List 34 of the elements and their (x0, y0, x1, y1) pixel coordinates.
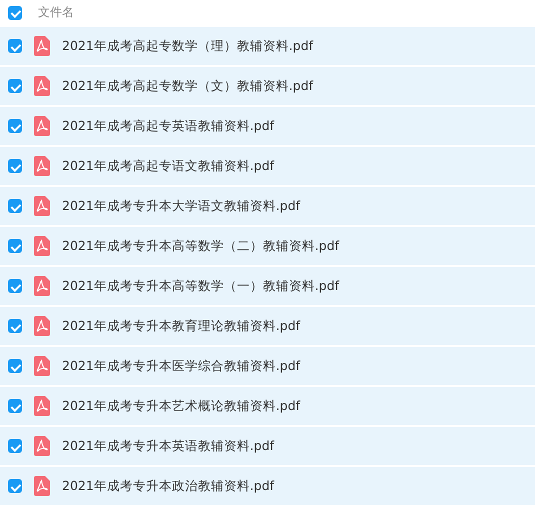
pdf-file-icon (34, 76, 50, 96)
file-checkbox[interactable] (8, 239, 22, 253)
select-all-checkbox[interactable] (8, 6, 22, 20)
pdf-file-icon (34, 436, 50, 456)
file-checkbox[interactable] (8, 479, 22, 493)
file-checkbox[interactable] (8, 439, 22, 453)
pdf-file-icon (34, 196, 50, 216)
file-checkbox[interactable] (8, 79, 22, 93)
file-name[interactable]: 2021年成考专升本英语教辅资料.pdf (62, 438, 274, 454)
file-checkbox[interactable] (8, 39, 22, 53)
pdf-file-icon (34, 236, 50, 256)
pdf-file-icon (34, 396, 50, 416)
pdf-file-icon (34, 116, 50, 136)
file-checkbox[interactable] (8, 399, 22, 413)
column-header: 文件名 (38, 4, 74, 21)
file-name[interactable]: 2021年成考专升本政治教辅资料.pdf (62, 478, 274, 494)
pdf-file-icon (34, 356, 50, 376)
file-name[interactable]: 2021年成考专升本医学综合教辅资料.pdf (62, 358, 300, 374)
file-checkbox[interactable] (8, 199, 22, 213)
file-checkbox[interactable] (8, 359, 22, 373)
file-checkbox[interactable] (8, 279, 22, 293)
file-checkbox[interactable] (8, 319, 22, 333)
pdf-file-icon (34, 316, 50, 336)
pdf-file-icon (34, 36, 50, 56)
file-name[interactable]: 2021年成考专升本大学语文教辅资料.pdf (62, 198, 300, 214)
file-name[interactable]: 2021年成考专升本教育理论教辅资料.pdf (62, 318, 300, 334)
file-checkbox[interactable] (8, 119, 22, 133)
file-name[interactable]: 2021年成考高起专语文教辅资料.pdf (62, 158, 274, 174)
pdf-file-icon (34, 156, 50, 176)
pdf-file-icon (34, 276, 50, 296)
file-name[interactable]: 2021年成考专升本艺术概论教辅资料.pdf (62, 398, 300, 414)
pdf-file-icon (34, 476, 50, 496)
file-checkbox[interactable] (8, 159, 22, 173)
file-name[interactable]: 2021年成考高起专英语教辅资料.pdf (62, 118, 274, 134)
